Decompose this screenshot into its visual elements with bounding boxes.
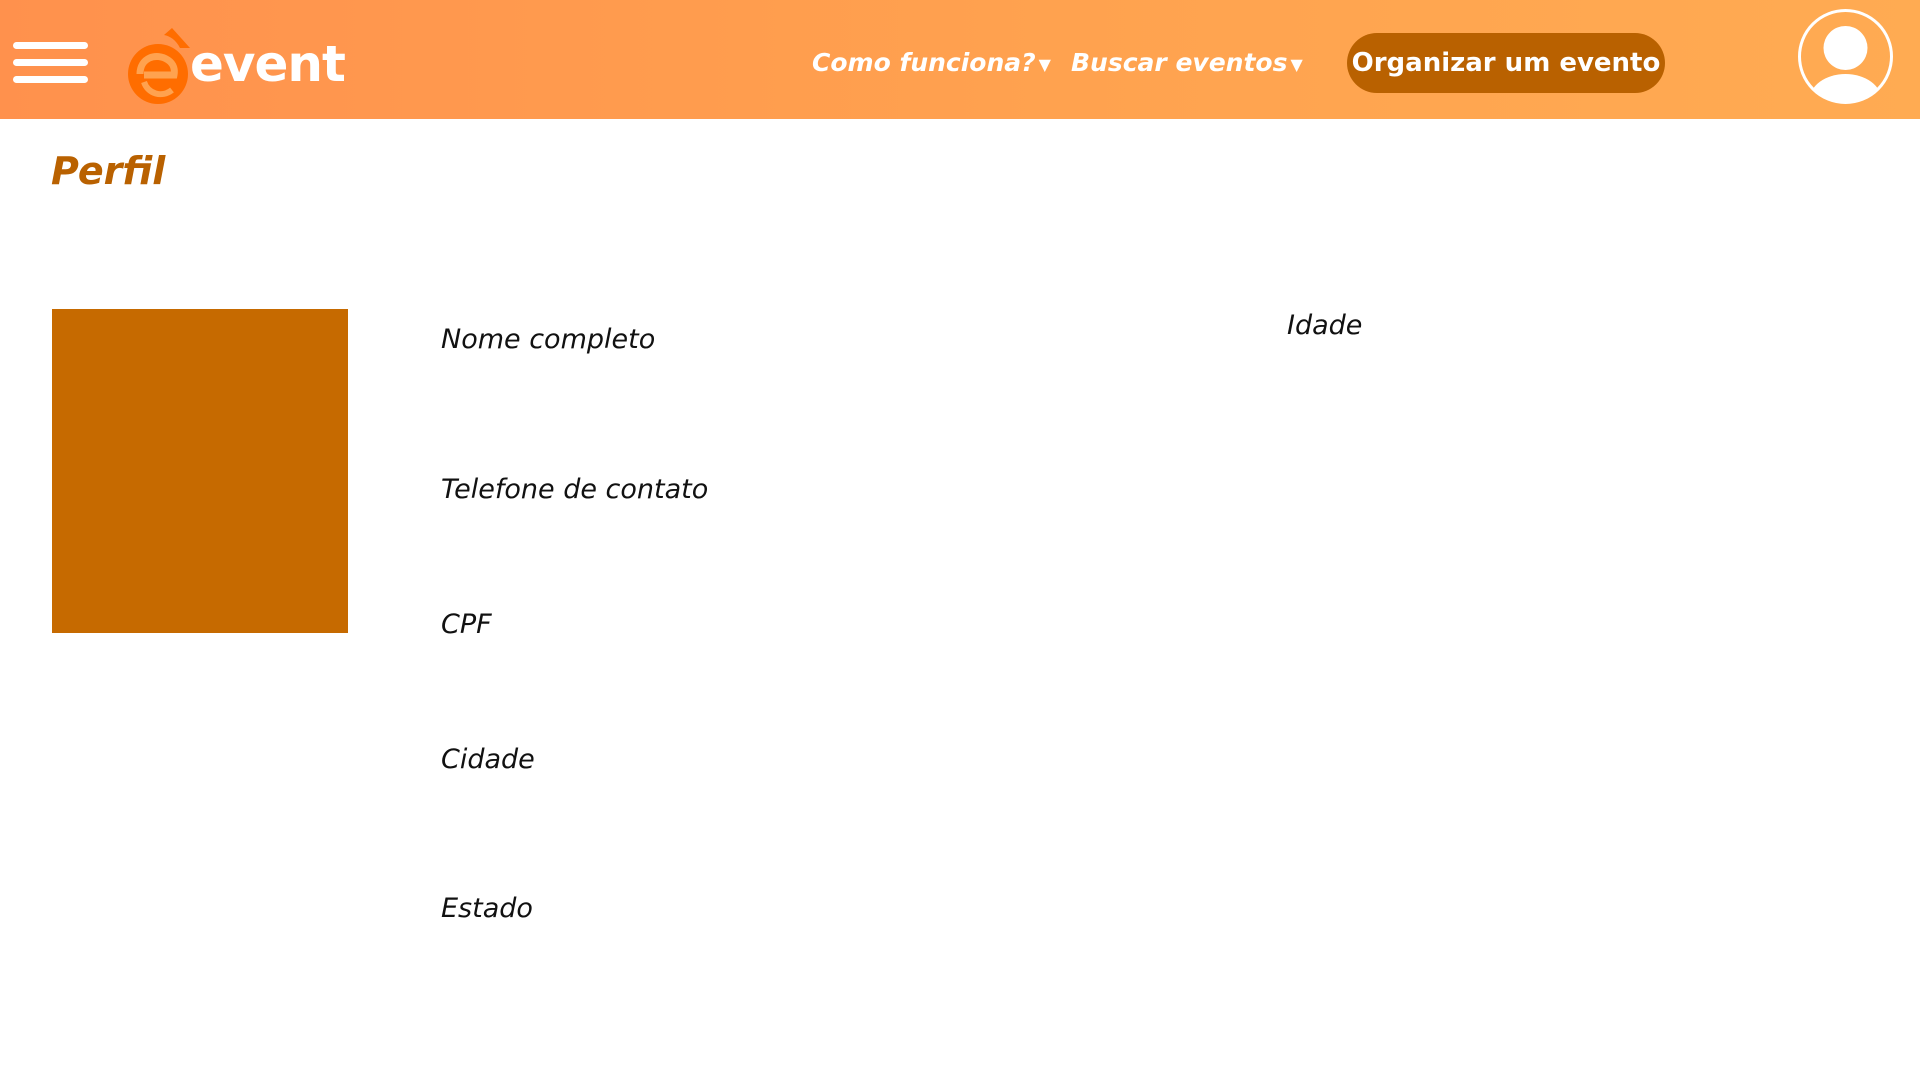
organizar-evento-button[interactable]: Organizar um evento xyxy=(1347,33,1665,93)
hamburger-menu-icon[interactable] xyxy=(13,42,88,84)
field-label-cidade: Cidade xyxy=(441,744,535,775)
profile-photo[interactable] xyxy=(52,309,348,633)
field-label-telefone: Telefone de contato xyxy=(441,474,709,505)
caret-down-icon: ▼ xyxy=(1038,55,1051,74)
field-label-cpf: CPF xyxy=(441,609,492,640)
nav-como-funciona-label: Como funciona? xyxy=(812,48,1036,77)
logo-wordmark[interactable]: event xyxy=(190,34,346,94)
nav-buscar-eventos[interactable]: Buscar eventos ▼ xyxy=(1071,46,1303,82)
caret-down-icon: ▼ xyxy=(1290,55,1303,74)
field-label-estado: Estado xyxy=(441,893,533,924)
field-label-idade: Idade xyxy=(1287,310,1363,341)
nav-buscar-eventos-label: Buscar eventos xyxy=(1071,48,1288,77)
page-title: Perfil xyxy=(51,149,166,193)
field-label-nome-completo: Nome completo xyxy=(441,324,656,355)
nav-como-funciona[interactable]: Como funciona? ▼ xyxy=(812,46,1051,82)
user-avatar-icon[interactable] xyxy=(1797,8,1894,105)
top-navigation-bar: event Como funciona? ▼ Buscar eventos ▼ Or… xyxy=(0,0,1920,119)
